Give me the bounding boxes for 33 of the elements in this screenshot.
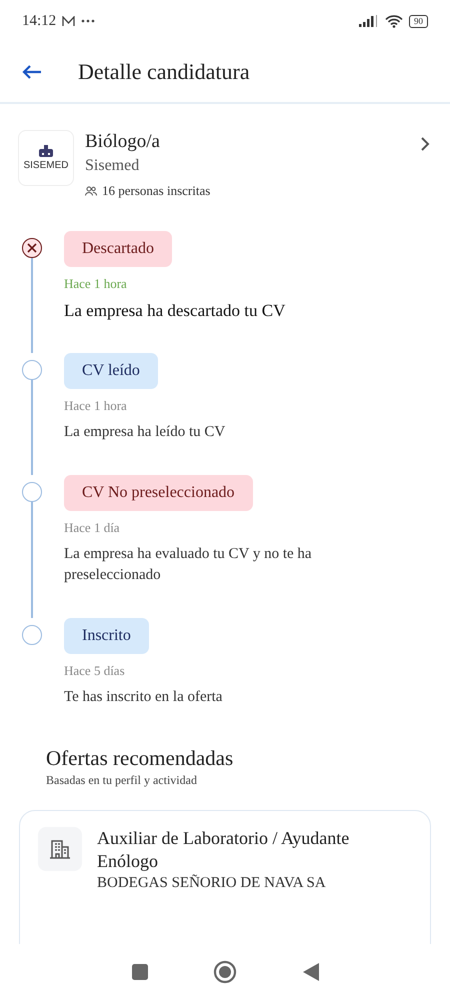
status-time-ago: Hace 1 hora — [64, 276, 127, 292]
section-subtitle: Basadas en tu perfil y actividad — [46, 773, 198, 788]
status-description: La empresa ha evaluado tu CV y no te ha preseleccionado — [64, 545, 313, 585]
back-arrow-icon — [22, 64, 42, 80]
status-badge: CV leído — [64, 353, 158, 389]
applicants-count: 16 personas inscritas — [102, 183, 210, 199]
company-name: Sisemed — [85, 156, 140, 176]
offer-title: Auxiliar de Laboratorio / Ayudante Enólogo — [97, 827, 350, 873]
job-title: Biólogo/a — [85, 130, 161, 154]
chevron-right-icon — [420, 136, 430, 152]
status-badge: Inscrito — [64, 618, 149, 654]
status-time-ago: Hace 1 hora — [64, 398, 127, 414]
mail-icon — [62, 16, 76, 26]
section-title: Ofertas recomendadas — [46, 746, 234, 771]
signal-icon — [359, 15, 379, 27]
company-logo: SISEMED — [18, 130, 74, 186]
cross-icon — [27, 243, 37, 253]
status-description: La empresa ha descartado tu CV — [64, 300, 286, 321]
more-icon — [81, 19, 96, 23]
job-summary[interactable]: SISEMED Biólogo/a Sisemed 16 personas inscritas — [0, 104, 450, 199]
status-description: La empresa ha leído tu CV — [64, 423, 226, 442]
status-description: Te has inscrito en la oferta — [64, 688, 222, 707]
status-time-ago: Hace 5 días — [64, 663, 125, 679]
status-time: 14:12 — [22, 12, 56, 30]
building-icon — [38, 827, 82, 871]
status-time-ago: Hace 1 día — [64, 520, 120, 536]
status-badge: Descartado — [64, 231, 172, 267]
people-icon — [85, 186, 97, 196]
offer-company: BODEGAS SEÑORIO DE NAVA SA — [97, 875, 327, 892]
wifi-icon — [385, 14, 403, 28]
page-title: Detalle candidatura — [78, 59, 250, 85]
battery-icon: 90 — [409, 14, 428, 28]
status-badge: CV No preseleccionado — [64, 475, 253, 511]
